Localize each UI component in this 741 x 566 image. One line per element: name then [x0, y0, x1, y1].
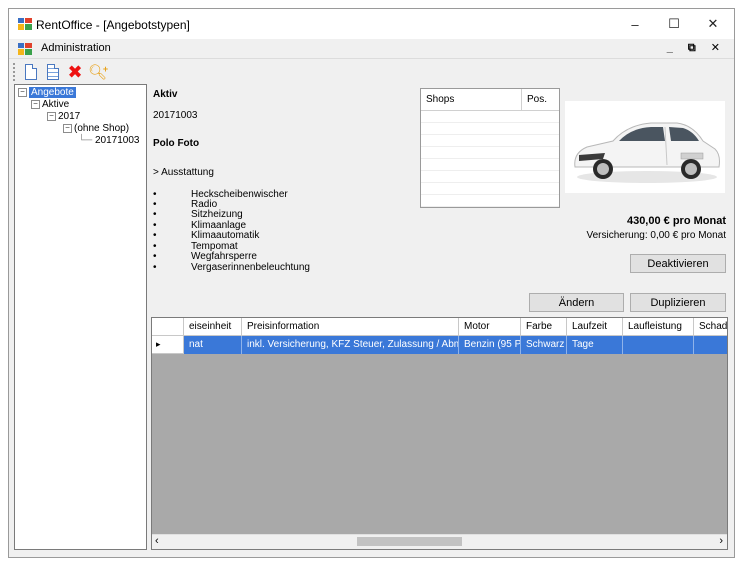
deactivate-button[interactable]: Deaktivieren	[630, 254, 726, 273]
feature-list: • Heckscheibenwischer • Radio • Sitzheiz…	[153, 189, 353, 275]
duplicate-button[interactable]: Duplizieren	[630, 293, 726, 312]
tree-node-active[interactable]: − Aktive	[31, 99, 69, 110]
collapse-icon[interactable]: −	[63, 123, 72, 133]
scroll-right-icon[interactable]: ›	[719, 535, 723, 547]
feature-item: Wegfahrsperre	[191, 251, 257, 262]
offer-id: 20171003	[153, 110, 198, 121]
table-cell[interactable]: Tage	[567, 336, 623, 354]
toolbar-grip[interactable]	[13, 63, 18, 81]
feature-item: Sitzheizung	[191, 209, 243, 220]
feature-item: Vergaserinnenbeleuchtung	[191, 262, 310, 273]
pos-column-header[interactable]: Pos.	[522, 89, 559, 111]
app-icon	[18, 18, 32, 30]
collapse-icon[interactable]: −	[18, 87, 27, 97]
mdi-window-buttons[interactable]: _ ⧉ ✕	[667, 41, 726, 55]
feature-bullet: •	[153, 230, 157, 241]
table-cell[interactable]: Schwarz	[521, 336, 567, 354]
price-per-month: 430,00 € pro Monat	[626, 215, 726, 227]
tree-node-shop[interactable]: − (ohne Shop)	[63, 123, 129, 134]
collapse-icon[interactable]: −	[47, 111, 56, 121]
insurance-price: Versicherung: 0,00 € pro Monat	[586, 230, 726, 241]
column-header[interactable]: Preisinformation	[242, 318, 459, 336]
table-cell[interactable]: Benzin (95 PS)	[459, 336, 521, 354]
table-cell[interactable]: nat	[184, 336, 242, 354]
offer-tree[interactable]: − Angebote − Aktive −2017 − (ohne Shop) └─ …	[14, 84, 147, 550]
shops-column-header[interactable]: Shops	[421, 89, 522, 111]
window-title: RentOffice - [Angebotstypen]	[36, 18, 190, 32]
row-selector[interactable]: ▸	[152, 336, 184, 354]
horizontal-scrollbar[interactable]: ‹ ›	[152, 534, 727, 549]
tree-node-root[interactable]: − Angebote	[18, 87, 76, 98]
toolbar: ✖ 🔍︎ +	[9, 58, 734, 85]
feature-bullet: •	[153, 262, 157, 273]
table-cell[interactable]	[623, 336, 694, 354]
menu-bar: Administration _ ⧉ ✕	[9, 39, 734, 58]
document-icon[interactable]	[43, 62, 63, 82]
change-button[interactable]: Ändern	[529, 293, 624, 312]
close-button[interactable]: ✕	[693, 9, 733, 39]
feature-item: Klimaautomatik	[191, 230, 260, 241]
car-photo	[565, 101, 725, 193]
title-bar: RentOffice - [Angebotstypen] – ☐ ✕	[9, 9, 734, 39]
table-cell[interactable]	[694, 336, 727, 354]
minimize-button[interactable]: –	[615, 9, 655, 39]
search-add-icon[interactable]: 🔍︎ +	[88, 62, 108, 82]
column-header[interactable]: Laufzeit	[567, 318, 623, 336]
collapse-icon[interactable]: −	[31, 99, 40, 109]
feature-bullet: •	[153, 209, 157, 220]
shops-grid-rows	[421, 111, 559, 207]
table-cell[interactable]: inkl. Versicherung, KFZ Steuer, Zulassun…	[242, 336, 459, 354]
column-header[interactable]: eiseinheit	[184, 318, 242, 336]
scroll-left-icon[interactable]: ‹	[155, 535, 159, 547]
equipment-header[interactable]: > Ausstattung	[153, 167, 214, 178]
column-header[interactable]: Schade	[694, 318, 727, 336]
column-header[interactable]: Laufleistung	[623, 318, 694, 336]
delete-icon[interactable]: ✖	[65, 62, 85, 82]
column-header[interactable]: Motor	[459, 318, 521, 336]
new-document-icon[interactable]	[21, 62, 41, 82]
feature-bullet: •	[153, 251, 157, 262]
tree-node-offer[interactable]: └─ 20171003	[78, 135, 139, 146]
shops-grid[interactable]: Shops Pos.	[420, 88, 560, 208]
price-grid[interactable]: eiseinheit Preisinformation Motor Farbe …	[151, 317, 728, 550]
mdi-child-icon	[18, 43, 32, 55]
grid-corner	[152, 318, 184, 336]
column-header[interactable]: Farbe	[521, 318, 567, 336]
scrollbar-thumb[interactable]	[357, 537, 462, 546]
maximize-button[interactable]: ☐	[654, 9, 694, 39]
tree-node-year[interactable]: −2017	[47, 111, 80, 122]
menu-administration[interactable]: Administration	[41, 42, 111, 54]
status-label: Aktiv	[153, 89, 178, 100]
offer-name: Polo Foto	[153, 138, 200, 149]
main-window: RentOffice - [Angebotstypen] – ☐ ✕ Admin…	[8, 8, 735, 558]
